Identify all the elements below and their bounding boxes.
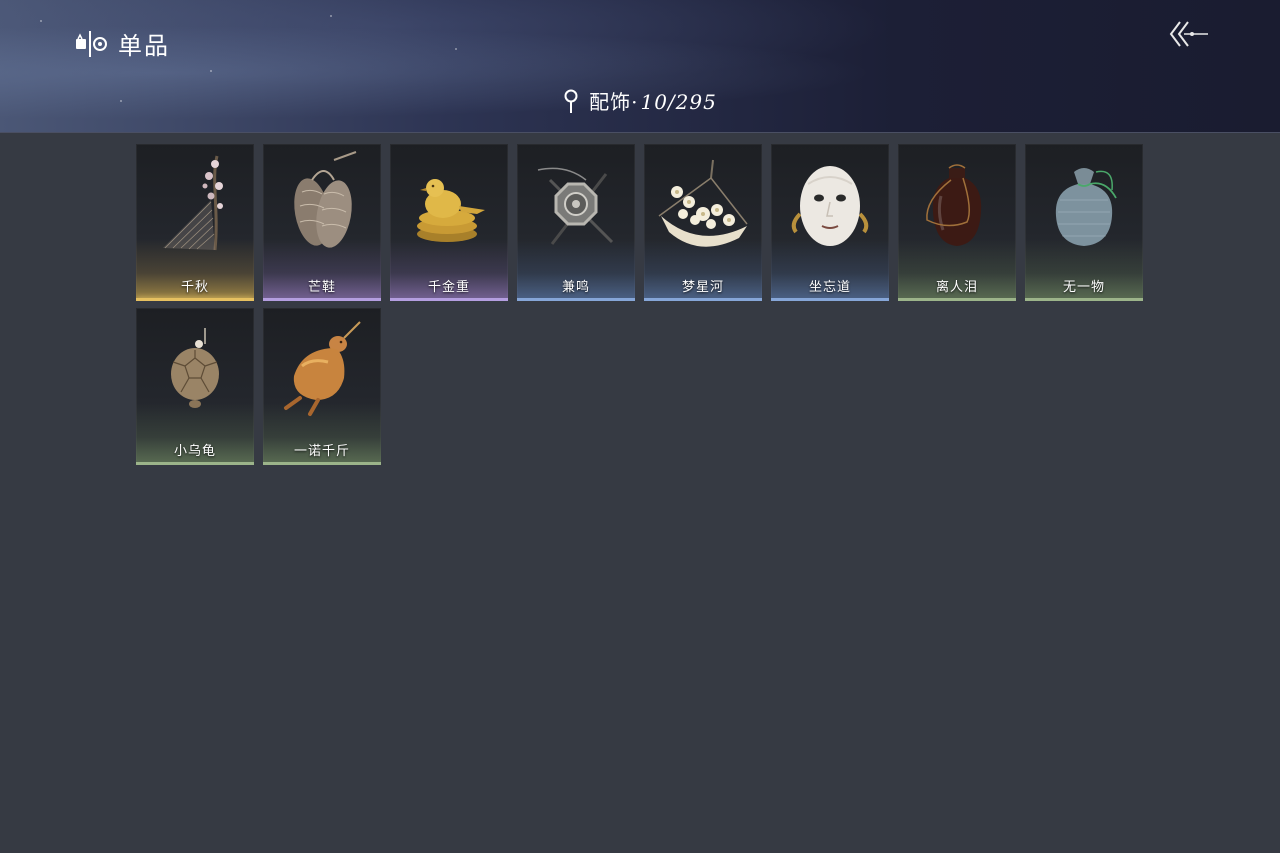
item-name: 小乌龟: [173, 444, 216, 459]
straw-sandals-icon: [294, 151, 357, 248]
quality-bar: [644, 298, 762, 301]
star-speck: [455, 48, 457, 50]
category-counter: 配饰· 10/295: [0, 86, 1280, 115]
pin-icon: [564, 89, 578, 113]
item-card[interactable]: 梦星河: [644, 144, 762, 301]
white-mask-icon: [791, 166, 869, 246]
item-card[interactable]: 无一物: [1025, 144, 1143, 301]
item-card[interactable]: 坐忘道: [771, 144, 889, 301]
star-speck: [330, 15, 332, 17]
category-name: 配饰: [589, 90, 632, 114]
item-name: 千秋: [180, 280, 209, 295]
collection-icon: [76, 30, 107, 57]
roast-duck-icon: [284, 321, 361, 416]
quality-bar: [263, 298, 381, 301]
plum-blossom-fan-icon: [163, 155, 223, 251]
golden-bird-icon: [417, 179, 485, 242]
item-card[interactable]: 兼鸣: [517, 144, 635, 301]
item-name: 无一物: [1062, 280, 1105, 295]
quality-bar: [771, 298, 889, 301]
quality-bar: [263, 462, 381, 465]
quality-bar: [136, 462, 254, 465]
quality-bar: [136, 298, 254, 301]
item-card[interactable]: 千秋: [136, 144, 254, 301]
category-separator: ·: [631, 90, 639, 114]
collection-count: 10/295: [640, 90, 717, 114]
flower-boat-icon: [658, 159, 748, 247]
dark-jar-icon: [926, 164, 982, 246]
item-card[interactable]: 一诺千斤: [263, 308, 381, 465]
page-title-group: 单品: [74, 26, 170, 61]
item-card[interactable]: 芒鞋: [263, 144, 381, 301]
quality-bar: [517, 298, 635, 301]
item-name: 梦星河: [681, 280, 724, 295]
quality-bar: [898, 298, 1016, 301]
header-banner: 单品 配饰· 10/295: [0, 0, 1280, 133]
back-arrow-icon[interactable]: [1166, 18, 1212, 52]
item-name: 一诺千斤: [293, 444, 350, 459]
cloth-pouch-icon: [1055, 168, 1117, 246]
quality-bar: [390, 298, 508, 301]
item-card[interactable]: 千金重: [390, 144, 508, 301]
turtle-icon: [171, 328, 219, 408]
item-grid: 千秋 芒鞋 千金重 兼鸣 梦星河 坐忘道 离人泪 无一物 小乌龟 一诺千斤: [136, 144, 1143, 465]
item-card[interactable]: 小乌龟: [136, 308, 254, 465]
item-name: 坐忘道: [808, 280, 851, 295]
item-name: 离人泪: [935, 280, 978, 295]
item-name: 兼鸣: [561, 280, 590, 295]
page-title: 单品: [118, 32, 170, 60]
category-label: 配饰· 10/295: [589, 86, 717, 115]
octagonal-plaque-icon: [537, 167, 614, 245]
item-card[interactable]: 离人泪: [898, 144, 1016, 301]
star-speck: [40, 20, 42, 22]
item-name: 千金重: [427, 280, 470, 295]
quality-bar: [1025, 298, 1143, 301]
item-name: 芒鞋: [307, 280, 336, 295]
star-speck: [210, 70, 212, 72]
